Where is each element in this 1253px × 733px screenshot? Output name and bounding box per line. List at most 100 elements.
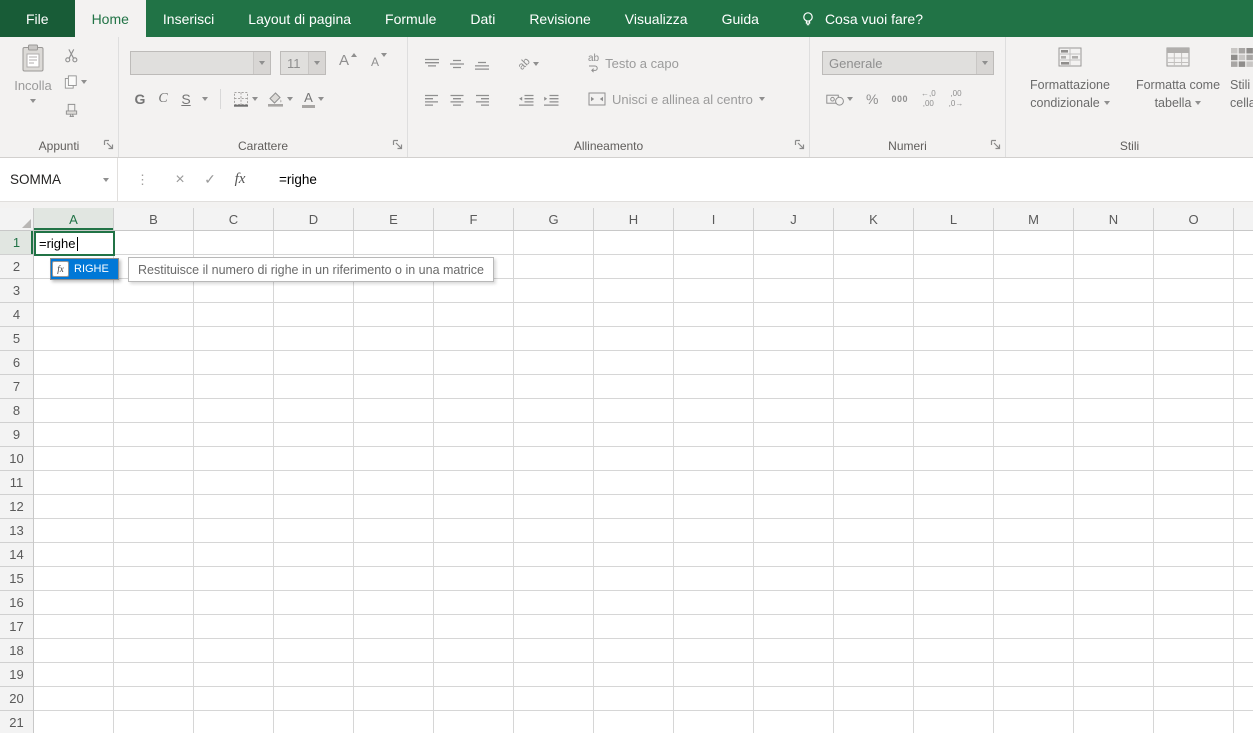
dialog-launcher-icon[interactable] [392, 139, 403, 150]
row-header-18[interactable]: 18 [0, 639, 33, 663]
tab-dati[interactable]: Dati [453, 0, 512, 37]
dialog-launcher-icon[interactable] [103, 139, 114, 150]
column-header-K[interactable]: K [834, 208, 914, 230]
increase-indent-button[interactable] [543, 94, 559, 107]
format-as-table-button[interactable]: Formatta come tabella [1128, 47, 1228, 112]
cut-button[interactable] [64, 47, 87, 63]
cancel-button[interactable]: × [165, 171, 195, 189]
column-header-E[interactable]: E [354, 208, 434, 230]
tab-file[interactable]: File [0, 0, 75, 37]
italic-button[interactable]: C [156, 91, 170, 107]
column-header-M[interactable]: M [994, 208, 1074, 230]
column-header-F[interactable]: F [434, 208, 514, 230]
column-header-O[interactable]: O [1154, 208, 1234, 230]
font-size-dropdown[interactable] [308, 52, 325, 74]
dialog-launcher-icon[interactable] [990, 139, 1001, 150]
grow-font-button[interactable]: A [339, 53, 357, 68]
copy-button[interactable] [64, 74, 87, 90]
column-header-H[interactable]: H [594, 208, 674, 230]
tab-revisione[interactable]: Revisione [512, 0, 607, 37]
row-header-16[interactable]: 16 [0, 591, 33, 615]
align-right-button[interactable] [474, 94, 490, 107]
row-header-2[interactable]: 2 [0, 255, 33, 279]
decrease-indent-button[interactable] [518, 94, 534, 107]
align-center-button[interactable] [449, 94, 465, 107]
tab-inserisci[interactable]: Inserisci [146, 0, 231, 37]
underline-options-chevron-icon[interactable] [202, 97, 208, 101]
accounting-format-button[interactable] [826, 93, 853, 106]
shrink-font-button[interactable]: A [371, 53, 387, 68]
percent-style-button[interactable]: % [866, 91, 878, 107]
font-name-dropdown[interactable] [253, 52, 270, 74]
select-all-button[interactable] [0, 208, 34, 231]
name-box[interactable]: SOMMA [0, 158, 118, 201]
tab-layout-di-pagina[interactable]: Layout di pagina [231, 0, 368, 37]
increase-decimal-button[interactable]: ←,0,00 [921, 89, 936, 109]
name-box-dropdown-icon[interactable] [103, 178, 109, 182]
column-header-J[interactable]: J [754, 208, 834, 230]
align-top-button[interactable] [424, 58, 440, 71]
tab-guida[interactable]: Guida [705, 0, 776, 37]
row-header-1[interactable]: 1 [0, 231, 33, 255]
row-header-9[interactable]: 9 [0, 423, 33, 447]
comma-style-button[interactable]: 000 [891, 94, 908, 104]
paste-button[interactable]: Incolla [6, 44, 60, 103]
column-header-P[interactable]: P [1234, 208, 1253, 230]
row-header-17[interactable]: 17 [0, 615, 33, 639]
underline-button[interactable]: S [179, 91, 193, 107]
bold-button[interactable]: G [133, 91, 147, 107]
cell-styles-button[interactable]: Stili cella [1230, 47, 1253, 112]
font-color-button[interactable]: A [302, 91, 324, 108]
number-format-select[interactable]: Generale [822, 51, 994, 75]
column-header-G[interactable]: G [514, 208, 594, 230]
row-header-10[interactable]: 10 [0, 447, 33, 471]
dialog-launcher-icon[interactable] [794, 139, 805, 150]
active-cell-edit[interactable]: =righe [34, 231, 115, 256]
font-name-select[interactable] [130, 51, 271, 75]
row-header-12[interactable]: 12 [0, 495, 33, 519]
tab-home[interactable]: Home [75, 0, 146, 37]
wrap-text-button[interactable]: ab Testo a capo [588, 49, 679, 77]
row-header-11[interactable]: 11 [0, 471, 33, 495]
row-header-6[interactable]: 6 [0, 351, 33, 375]
tell-me-box[interactable]: Cosa vuoi fare? [800, 0, 923, 37]
row-header-14[interactable]: 14 [0, 543, 33, 567]
align-bottom-button[interactable] [474, 58, 490, 71]
column-header-N[interactable]: N [1074, 208, 1154, 230]
autocomplete-item-righe[interactable]: fx RIGHE [51, 259, 118, 279]
decrease-decimal-button[interactable]: ,00,0→ [949, 89, 964, 109]
number-format-dropdown[interactable] [976, 52, 993, 74]
column-header-D[interactable]: D [274, 208, 354, 230]
row-header-19[interactable]: 19 [0, 663, 33, 687]
row-header-21[interactable]: 21 [0, 711, 33, 733]
orientation-button[interactable]: ab [518, 58, 539, 70]
row-header-8[interactable]: 8 [0, 399, 33, 423]
grid-cells[interactable]: =righe fx RIGHE Restituisce il numero di… [34, 231, 1253, 733]
column-header-L[interactable]: L [914, 208, 994, 230]
enter-button[interactable]: ✓ [195, 171, 225, 188]
tab-formule[interactable]: Formule [368, 0, 453, 37]
formula-input[interactable]: =righe [279, 172, 317, 187]
align-middle-button[interactable] [449, 58, 465, 71]
column-header-B[interactable]: B [114, 208, 194, 230]
borders-button[interactable] [233, 91, 258, 107]
align-left-button[interactable] [424, 94, 440, 107]
conditional-formatting-button[interactable]: Formattazione condizionale [1014, 47, 1126, 112]
column-header-C[interactable]: C [194, 208, 274, 230]
column-header-A[interactable]: A [34, 208, 114, 230]
formula-bar-splitter[interactable]: ⋮ [136, 172, 149, 188]
column-header-I[interactable]: I [674, 208, 754, 230]
row-header-20[interactable]: 20 [0, 687, 33, 711]
merge-center-button[interactable]: Unisci e allinea al centro [588, 85, 765, 113]
fill-color-button[interactable] [267, 91, 293, 107]
row-header-5[interactable]: 5 [0, 327, 33, 351]
insert-function-button[interactable]: fx [225, 171, 255, 188]
tab-visualizza[interactable]: Visualizza [608, 0, 705, 37]
row-header-13[interactable]: 13 [0, 519, 33, 543]
font-size-select[interactable]: 11 [280, 51, 326, 75]
row-header-7[interactable]: 7 [0, 375, 33, 399]
row-header-3[interactable]: 3 [0, 279, 33, 303]
row-header-4[interactable]: 4 [0, 303, 33, 327]
format-painter-button[interactable] [64, 101, 87, 117]
row-header-15[interactable]: 15 [0, 567, 33, 591]
